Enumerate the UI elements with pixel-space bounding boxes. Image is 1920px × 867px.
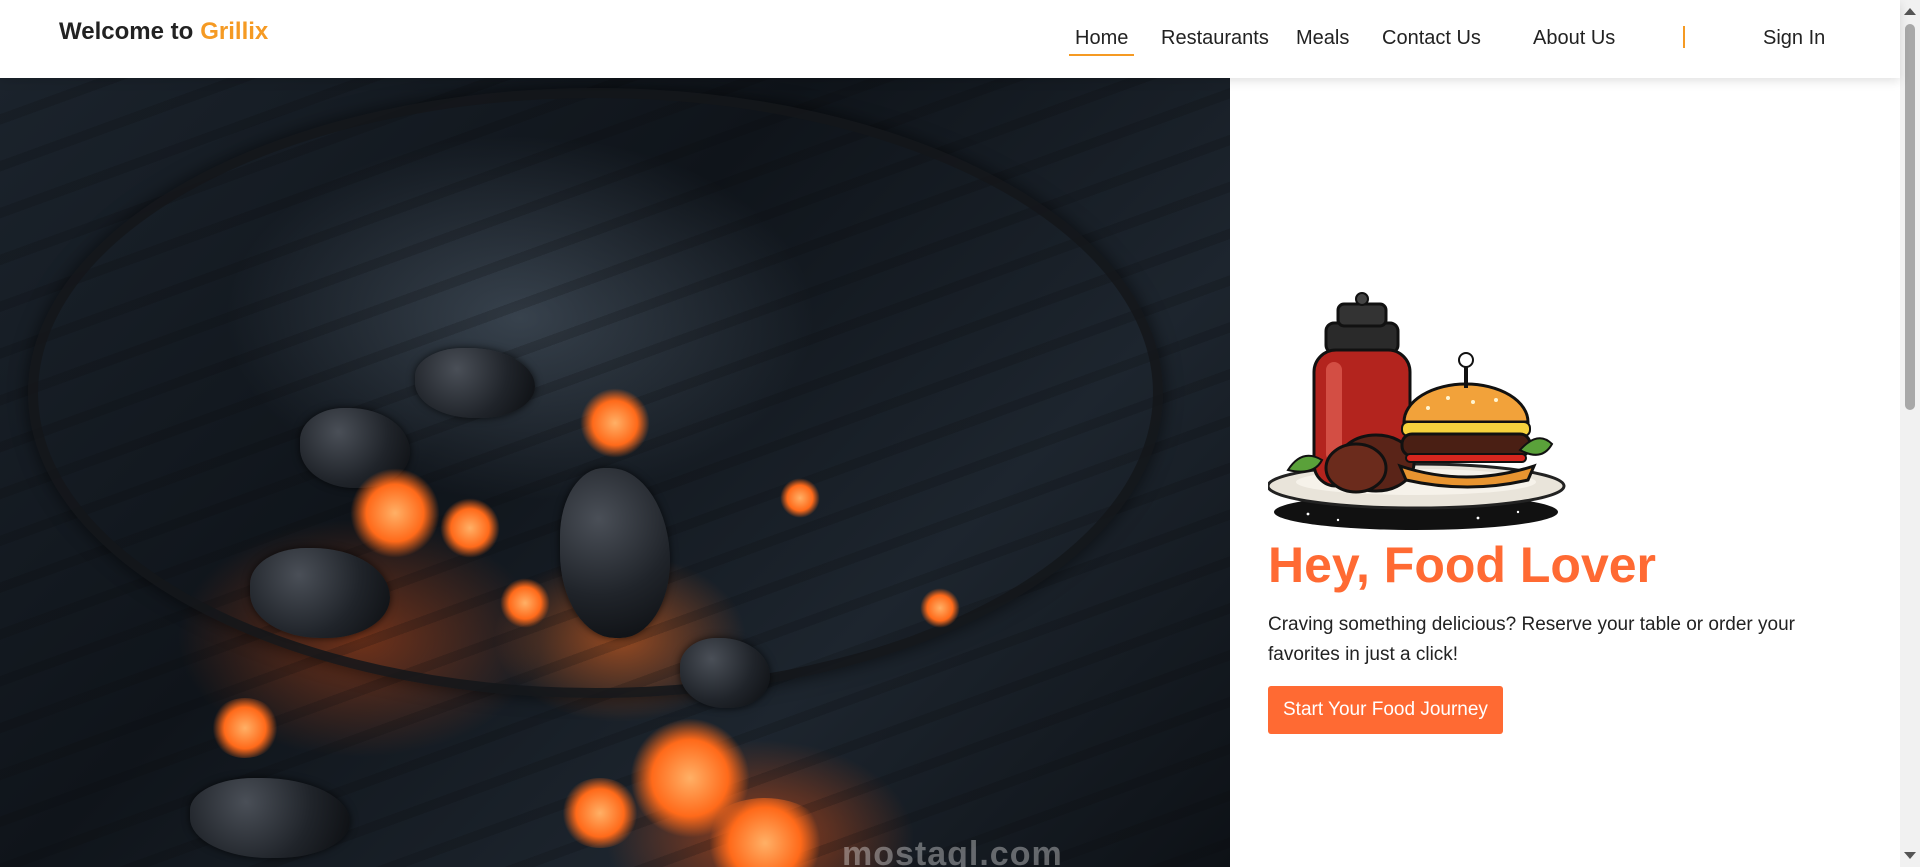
nav-link-about-us[interactable]: About Us: [1533, 24, 1615, 52]
ember-glow: [580, 388, 650, 458]
hero-grill-image: mostaql.com: [0, 78, 1230, 867]
hero-title: Hey, Food Lover: [1268, 537, 1657, 593]
ember-glow: [350, 468, 440, 558]
nav-link-restaurants[interactable]: Restaurants: [1161, 24, 1269, 52]
scroll-up-icon[interactable]: [1904, 8, 1916, 15]
watermark: mostaql.com: [842, 835, 1063, 867]
ember-glow: [920, 588, 960, 628]
page-scrollbar[interactable]: [1900, 0, 1920, 867]
hero-description: Craving something delicious? Reserve you…: [1268, 614, 1795, 665]
ember-glow: [560, 778, 640, 848]
brand-prefix: Welcome to: [59, 18, 194, 45]
nav-separator: [1683, 26, 1685, 48]
start-food-journey-button[interactable]: Start Your Food Journey: [1268, 686, 1503, 734]
navbar: Welcome to Grillix Home Restaurants Meals…: [0, 0, 1900, 78]
nav-link-home[interactable]: Home: [1069, 24, 1135, 56]
ember-glow: [780, 478, 820, 518]
brand-name: Grillix: [200, 18, 269, 45]
brand-logo[interactable]: Welcome to Grillix: [59, 18, 268, 46]
burger-and-sauce-jar-icon: [1268, 292, 1566, 530]
nav-link-contact-us[interactable]: Contact Us: [1382, 24, 1481, 52]
nav-link-meals[interactable]: Meals: [1296, 24, 1349, 52]
scroll-down-icon[interactable]: [1904, 852, 1916, 859]
ember-glow: [210, 698, 280, 758]
ember-glow: [440, 498, 500, 558]
ember-glow: [500, 578, 550, 628]
scroll-thumb[interactable]: [1905, 24, 1915, 410]
sign-in-link[interactable]: Sign In: [1763, 24, 1825, 52]
